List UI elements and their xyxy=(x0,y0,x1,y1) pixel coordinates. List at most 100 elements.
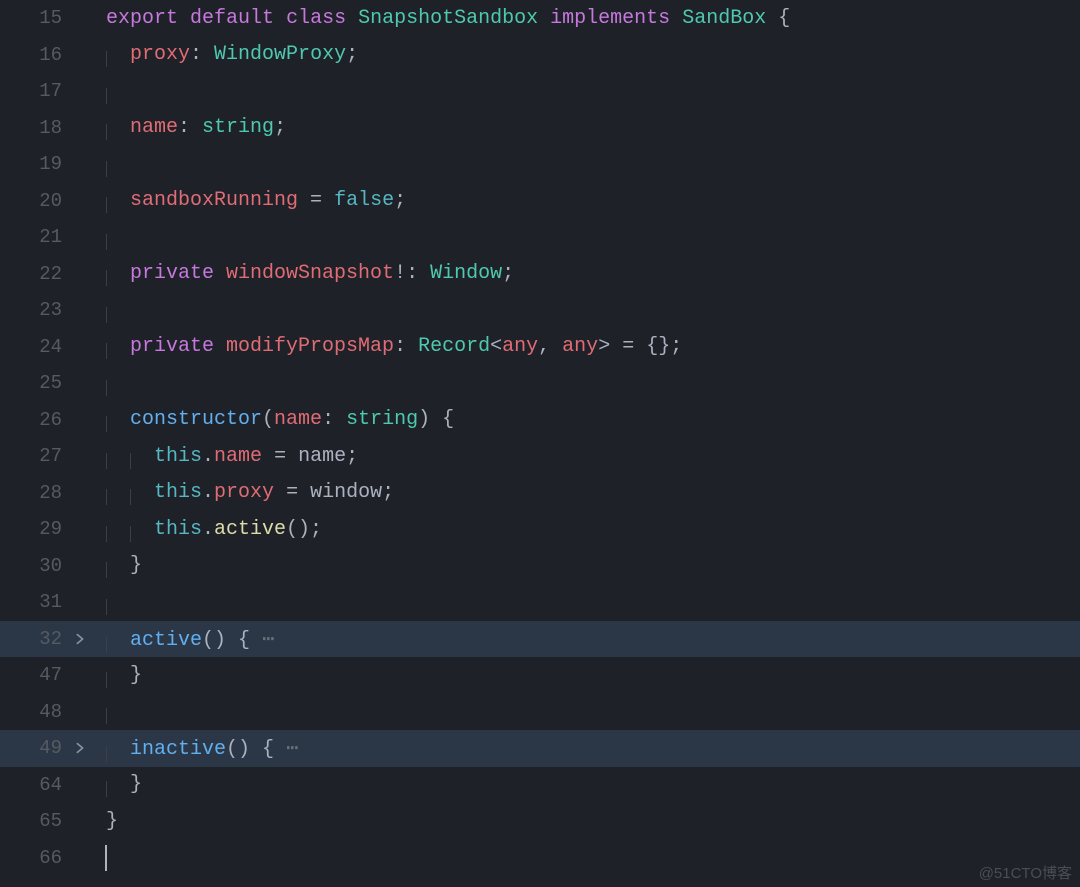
code-line[interactable]: 17 xyxy=(0,73,1080,110)
chevron-right-icon[interactable] xyxy=(73,741,87,755)
token-prop: any xyxy=(562,335,598,358)
code-line[interactable]: 64} xyxy=(0,767,1080,804)
token-punc: } xyxy=(130,773,142,796)
code-line[interactable]: 29 this.active(); xyxy=(0,511,1080,548)
token-prop: any xyxy=(502,335,538,358)
code-line[interactable]: 66 xyxy=(0,840,1080,877)
line-number: 24 xyxy=(0,336,68,358)
token-punc: } xyxy=(130,554,142,577)
code-line[interactable]: 31 xyxy=(0,584,1080,621)
code-line[interactable]: 49 inactive() { ⋯ xyxy=(0,730,1080,767)
token-punc: {}; xyxy=(646,335,682,358)
code-content[interactable]: inactive() { ⋯ xyxy=(106,735,1080,761)
line-number: 19 xyxy=(0,153,68,175)
line-number: 64 xyxy=(0,774,68,796)
code-line[interactable]: 23 xyxy=(0,292,1080,329)
token-prop: name xyxy=(274,408,322,431)
code-content[interactable]: name: string; xyxy=(106,116,1080,139)
token-kw: export xyxy=(106,7,178,30)
code-content[interactable]: export default class SnapshotSandbox imp… xyxy=(106,7,1080,30)
code-content[interactable]: constructor(name: string) { xyxy=(106,408,1080,431)
token-punc: : xyxy=(190,43,202,66)
token-punc: , xyxy=(538,335,550,358)
line-number: 27 xyxy=(0,445,68,467)
token-kw: default xyxy=(190,7,274,30)
code-content[interactable]: sandboxRunning = false; xyxy=(106,189,1080,212)
token-punc: . xyxy=(202,518,214,541)
token-ths: this xyxy=(154,481,202,504)
token-op: = xyxy=(286,481,298,504)
code-content[interactable] xyxy=(106,845,1080,871)
code-content[interactable]: } xyxy=(106,810,1080,833)
code-line[interactable]: 21 xyxy=(0,219,1080,256)
code-content[interactable]: } xyxy=(106,773,1080,796)
token-punc: . xyxy=(202,481,214,504)
token-type: SnapshotSandbox xyxy=(358,7,538,30)
code-editor[interactable]: 15 export default class SnapshotSandbox i… xyxy=(0,0,1080,887)
code-content[interactable]: } xyxy=(106,554,1080,577)
code-line[interactable]: 65} xyxy=(0,803,1080,840)
token-punc: ; xyxy=(502,262,514,285)
token-punc: } xyxy=(106,810,118,833)
line-number: 29 xyxy=(0,518,68,540)
code-content[interactable]: this.name = name; xyxy=(106,445,1080,468)
code-content[interactable]: proxy: WindowProxy; xyxy=(106,43,1080,66)
line-number: 18 xyxy=(0,117,68,139)
code-content[interactable] xyxy=(106,153,1080,176)
token-varw: modifyPropsMap xyxy=(226,335,394,358)
token-type: string xyxy=(202,116,274,139)
code-line[interactable]: 30} xyxy=(0,548,1080,585)
line-number: 30 xyxy=(0,555,68,577)
chevron-right-icon[interactable] xyxy=(73,632,87,646)
code-content[interactable] xyxy=(106,299,1080,322)
code-content[interactable] xyxy=(106,700,1080,723)
code-line[interactable]: 18 name: string; xyxy=(0,110,1080,147)
code-line[interactable]: 47} xyxy=(0,657,1080,694)
code-content[interactable]: this.active(); xyxy=(106,518,1080,541)
code-line[interactable]: 25 xyxy=(0,365,1080,402)
code-line[interactable]: 26 constructor(name: string) { xyxy=(0,402,1080,439)
code-line[interactable]: 48 xyxy=(0,694,1080,731)
line-number: 15 xyxy=(0,7,68,29)
token-punc: { xyxy=(778,7,790,30)
fold-toggle-collapsed[interactable] xyxy=(68,632,92,646)
line-number: 17 xyxy=(0,80,68,102)
token-bool: false xyxy=(334,189,394,212)
token-type: string xyxy=(346,408,418,431)
code-content[interactable]: } xyxy=(106,664,1080,687)
line-number: 49 xyxy=(0,737,68,759)
code-content[interactable]: private windowSnapshot!: Window; xyxy=(106,262,1080,285)
code-line[interactable]: 27 this.name = name; xyxy=(0,438,1080,475)
code-line[interactable]: 20sandboxRunning = false; xyxy=(0,183,1080,220)
code-line[interactable]: 24 private modifyPropsMap: Record<any, an… xyxy=(0,329,1080,366)
token-punc: ; xyxy=(346,43,358,66)
line-number: 26 xyxy=(0,409,68,431)
line-number: 66 xyxy=(0,847,68,869)
code-line[interactable]: 19 xyxy=(0,146,1080,183)
fold-toggle-collapsed[interactable] xyxy=(68,741,92,755)
code-line[interactable]: 16proxy: WindowProxy; xyxy=(0,37,1080,74)
line-number: 23 xyxy=(0,299,68,321)
code-content[interactable]: active() { ⋯ xyxy=(106,626,1080,652)
line-number: 25 xyxy=(0,372,68,394)
code-content[interactable] xyxy=(106,372,1080,395)
token-prop: proxy xyxy=(130,43,190,66)
line-number: 21 xyxy=(0,226,68,248)
code-line[interactable]: 15 export default class SnapshotSandbox i… xyxy=(0,0,1080,37)
token-kw: implements xyxy=(550,7,670,30)
token-type: SandBox xyxy=(682,7,766,30)
code-content[interactable] xyxy=(106,226,1080,249)
token-punc: } xyxy=(130,664,142,687)
code-content[interactable]: this.proxy = window; xyxy=(106,481,1080,504)
token-punc: : xyxy=(178,116,190,139)
code-content[interactable] xyxy=(106,591,1080,614)
token-op: = xyxy=(622,335,634,358)
code-line[interactable]: 28this.proxy = window; xyxy=(0,475,1080,512)
token-punc: ; xyxy=(274,116,286,139)
token-punc: { xyxy=(238,629,250,652)
code-line[interactable]: 32active() { ⋯ xyxy=(0,621,1080,658)
code-content[interactable]: private modifyPropsMap: Record<any, any>… xyxy=(106,335,1080,358)
code-content[interactable] xyxy=(106,80,1080,103)
token-op: = xyxy=(274,445,286,468)
code-line[interactable]: 22private windowSnapshot!: Window; xyxy=(0,256,1080,293)
